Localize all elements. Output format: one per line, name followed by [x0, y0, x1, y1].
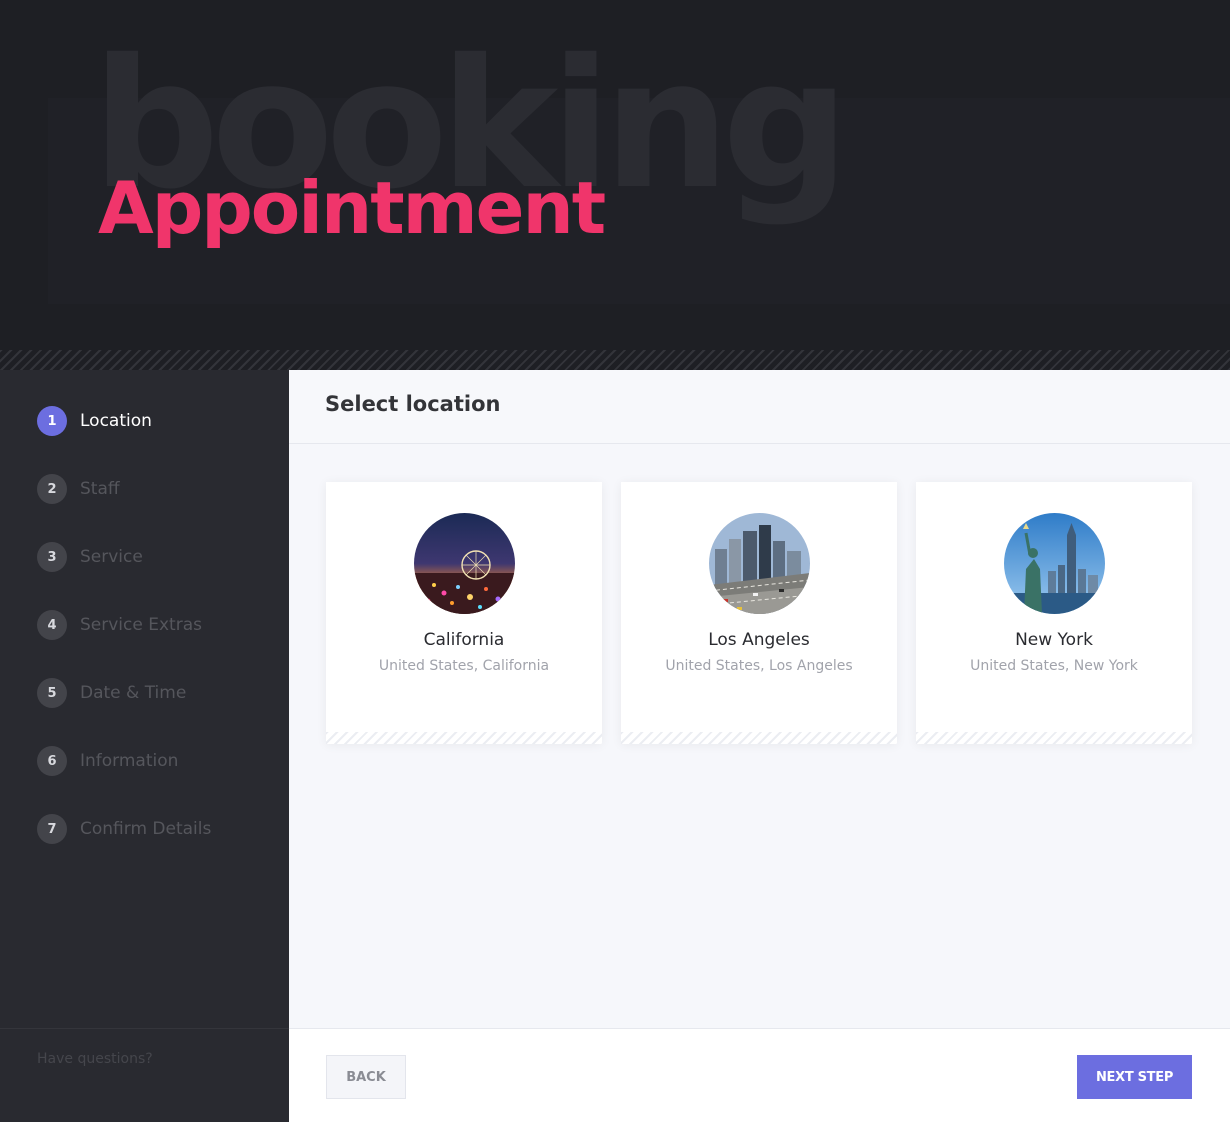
location-name: New York — [1015, 630, 1093, 650]
step-number: 1 — [37, 406, 67, 436]
main-footer: BACK NEXT STEP — [289, 1028, 1230, 1122]
location-subtitle: United States, California — [378, 658, 550, 674]
step-number: 4 — [37, 610, 67, 640]
step-list: 1 Location 2 Staff 3 Service 4 Service E… — [37, 406, 211, 882]
step-number: 3 — [37, 542, 67, 572]
step-number: 7 — [37, 814, 67, 844]
section-title: Select location — [325, 392, 501, 416]
step-number: 2 — [37, 474, 67, 504]
statue-of-liberty-photo — [1004, 513, 1105, 614]
step-label: Service — [80, 547, 143, 567]
location-name: Los Angeles — [708, 630, 810, 650]
sidebar-footer: Have questions? — [0, 1028, 289, 1122]
step-confirm-details[interactable]: 7 Confirm Details — [37, 814, 211, 844]
location-subtitle: United States, New York — [970, 658, 1138, 674]
hero-title: Appointment — [98, 166, 606, 250]
step-label: Date & Time — [80, 683, 187, 703]
step-service[interactable]: 3 Service — [37, 542, 211, 572]
step-staff[interactable]: 2 Staff — [37, 474, 211, 504]
next-step-button[interactable]: NEXT STEP — [1077, 1055, 1192, 1099]
help-link[interactable]: Have questions? — [37, 1051, 153, 1067]
steps-sidebar: 1 Location 2 Staff 3 Service 4 Service E… — [0, 370, 289, 1122]
city-highway-photo — [709, 513, 810, 614]
step-label: Staff — [80, 479, 120, 499]
location-name: California — [423, 630, 505, 650]
location-image — [414, 513, 515, 614]
step-service-extras[interactable]: 4 Service Extras — [37, 610, 211, 640]
step-location[interactable]: 1 Location — [37, 406, 211, 436]
main-header: Select location — [289, 370, 1230, 444]
step-number: 5 — [37, 678, 67, 708]
step-label: Location — [80, 411, 152, 431]
hero-stripe-divider — [0, 350, 1230, 370]
card-stripe-edge — [621, 732, 897, 744]
hero-banner: booking Appointment — [0, 0, 1230, 370]
night-ferris-wheel-photo — [414, 513, 515, 614]
location-card-los-angeles[interactable]: Los Angeles United States, Los Angeles — [621, 482, 897, 744]
card-stripe-edge — [916, 732, 1192, 744]
location-image — [1004, 513, 1105, 614]
step-label: Service Extras — [80, 615, 202, 635]
main-panel: Select location California United States… — [289, 370, 1230, 1122]
step-label: Information — [80, 751, 179, 771]
back-button[interactable]: BACK — [326, 1055, 406, 1099]
location-image — [709, 513, 810, 614]
card-stripe-edge — [326, 732, 602, 744]
step-information[interactable]: 6 Information — [37, 746, 211, 776]
step-date-time[interactable]: 5 Date & Time — [37, 678, 211, 708]
location-subtitle: United States, Los Angeles — [665, 658, 853, 674]
step-label: Confirm Details — [80, 819, 212, 839]
step-number: 6 — [37, 746, 67, 776]
location-card-california[interactable]: California United States, California — [326, 482, 602, 744]
location-card-new-york[interactable]: New York United States, New York — [916, 482, 1192, 744]
